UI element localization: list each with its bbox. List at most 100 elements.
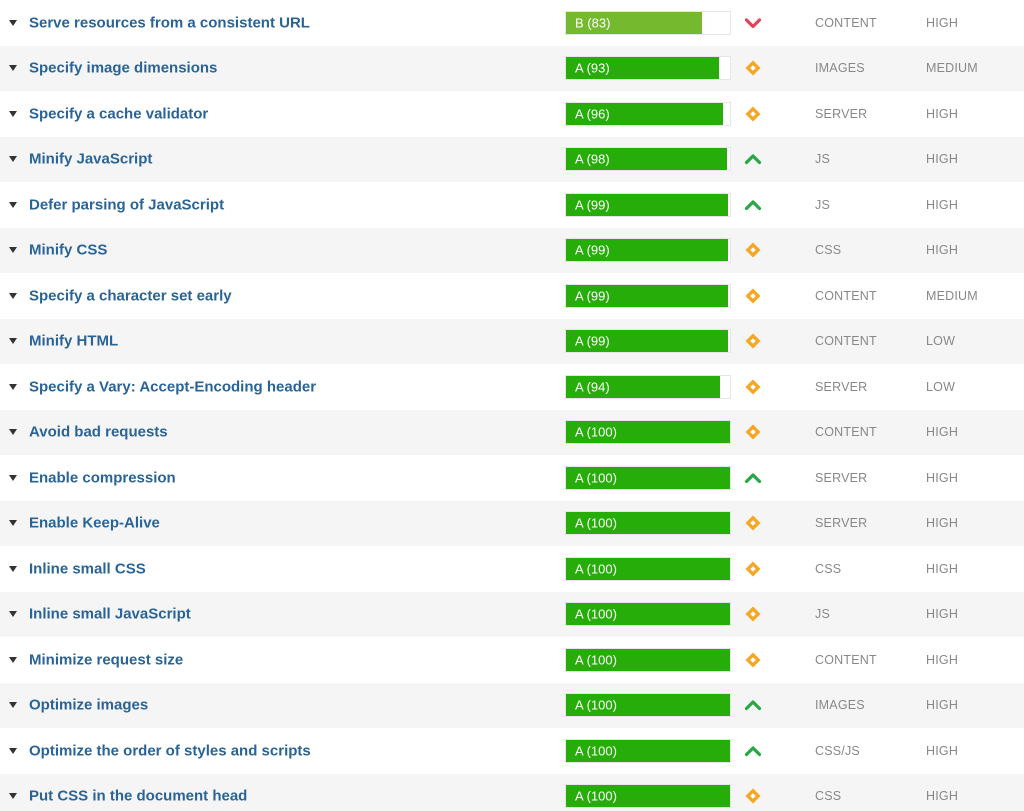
rule-name-link[interactable]: Specify a cache validator xyxy=(29,105,208,122)
rule-name-link[interactable]: Minimize request size xyxy=(29,651,183,668)
rule-type: SERVER xyxy=(815,106,868,121)
grade-label: A (99) xyxy=(575,288,610,304)
rule-priority: HIGH xyxy=(926,607,959,622)
caret-down-icon[interactable] xyxy=(9,429,17,436)
rule-name-link[interactable]: Put CSS in the document head xyxy=(29,788,247,805)
table-row[interactable]: Specify image dimensions A (93) IMAGES MEDI… xyxy=(0,45,1024,91)
grade-label: A (99) xyxy=(575,242,610,258)
caret-down-icon[interactable] xyxy=(9,247,17,254)
rule-priority: LOW xyxy=(926,379,956,394)
rule-name-link[interactable]: Minify JavaScript xyxy=(29,151,152,168)
chevron-up-icon xyxy=(744,742,762,760)
grade-bar: A (100) xyxy=(565,784,731,809)
rule-type: CSS xyxy=(815,243,842,258)
grade-label: A (99) xyxy=(575,197,610,213)
grade-bar: A (99) xyxy=(565,283,731,308)
chevron-up-icon xyxy=(744,196,762,214)
table-row[interactable]: Specify a character set early A (99) CONTE… xyxy=(0,273,1024,319)
caret-down-icon[interactable] xyxy=(9,65,17,72)
grade-bar: A (94) xyxy=(565,374,731,399)
rule-name-link[interactable]: Serve resources from a consistent URL xyxy=(29,14,310,31)
table-row[interactable]: Inline small CSS A (100) CSS HIGH xyxy=(0,546,1024,592)
caret-down-icon[interactable] xyxy=(9,611,17,618)
caret-down-icon[interactable] xyxy=(9,747,17,754)
caret-down-icon[interactable] xyxy=(9,201,17,208)
rule-name-link[interactable]: Specify a Vary: Accept-Encoding header xyxy=(29,378,316,395)
rule-type: CSS xyxy=(815,561,842,576)
table-row[interactable]: Defer parsing of JavaScript A (99) JS HIGH xyxy=(0,182,1024,228)
grade-label: A (100) xyxy=(575,743,617,759)
rule-name-link[interactable]: Optimize the order of styles and scripts xyxy=(29,742,311,759)
rule-type: CONTENT xyxy=(815,15,877,30)
rule-type: JS xyxy=(815,197,830,212)
caret-down-icon[interactable] xyxy=(9,702,17,709)
table-row[interactable]: Put CSS in the document head A (100) CSS HI… xyxy=(0,773,1024,811)
table-row[interactable]: Enable Keep-Alive A (100) SERVER HIGH xyxy=(0,500,1024,546)
rule-type: SERVER xyxy=(815,516,868,531)
table-row[interactable]: Specify a Vary: Accept-Encoding header A … xyxy=(0,364,1024,410)
diamond-icon xyxy=(744,605,762,623)
rule-name-link[interactable]: Minify CSS xyxy=(29,242,107,259)
rule-name-link[interactable]: Specify a character set early xyxy=(29,287,232,304)
caret-down-icon[interactable] xyxy=(9,656,17,663)
page-rules-table: Serve resources from a consistent URL B (… xyxy=(0,0,1024,811)
table-row[interactable]: Optimize images A (100) IMAGES HIGH xyxy=(0,682,1024,728)
diamond-icon xyxy=(744,423,762,441)
caret-down-icon[interactable] xyxy=(9,110,17,117)
table-row[interactable]: Minify HTML A (99) CONTENT LOW xyxy=(0,318,1024,364)
rule-priority: HIGH xyxy=(926,106,959,121)
rule-name-link[interactable]: Inline small JavaScript xyxy=(29,606,191,623)
diamond-icon xyxy=(744,287,762,305)
grade-bar: A (100) xyxy=(565,465,731,490)
table-row[interactable]: Minify CSS A (99) CSS HIGH xyxy=(0,227,1024,273)
diamond-icon xyxy=(744,105,762,123)
caret-down-icon[interactable] xyxy=(9,19,17,26)
caret-down-icon[interactable] xyxy=(9,565,17,572)
table-row[interactable]: Inline small JavaScript A (100) JS HIGH xyxy=(0,591,1024,637)
caret-down-icon[interactable] xyxy=(9,338,17,345)
caret-down-icon[interactable] xyxy=(9,474,17,481)
grade-bar: A (100) xyxy=(565,602,731,627)
rule-name-link[interactable]: Inline small CSS xyxy=(29,560,146,577)
diamond-icon xyxy=(744,241,762,259)
rule-name-link[interactable]: Enable Keep-Alive xyxy=(29,515,160,532)
rule-priority: MEDIUM xyxy=(926,288,978,303)
table-row[interactable]: Avoid bad requests A (100) CONTENT HIGH xyxy=(0,409,1024,455)
rule-name-link[interactable]: Avoid bad requests xyxy=(29,424,168,441)
rule-priority: HIGH xyxy=(926,561,959,576)
chevron-down-icon xyxy=(744,14,762,32)
caret-down-icon[interactable] xyxy=(9,793,17,800)
diamond-icon xyxy=(744,514,762,532)
rule-priority: HIGH xyxy=(926,698,959,713)
table-row[interactable]: Minify JavaScript A (98) JS HIGH xyxy=(0,136,1024,182)
table-row[interactable]: Optimize the order of styles and scripts… xyxy=(0,728,1024,774)
grade-label: A (96) xyxy=(575,106,610,122)
rule-priority: HIGH xyxy=(926,152,959,167)
grade-label: A (100) xyxy=(575,697,617,713)
table-row[interactable]: Specify a cache validator A (96) SERVER HIG… xyxy=(0,91,1024,137)
table-row[interactable]: Enable compression A (100) SERVER HIGH xyxy=(0,455,1024,501)
grade-label: A (100) xyxy=(575,606,617,622)
rule-priority: HIGH xyxy=(926,15,959,30)
grade-bar: A (100) xyxy=(565,738,731,763)
caret-down-icon[interactable] xyxy=(9,156,17,163)
table-row[interactable]: Serve resources from a consistent URL B (… xyxy=(0,0,1024,46)
rule-name-link[interactable]: Optimize images xyxy=(29,697,148,714)
grade-bar: A (93) xyxy=(565,56,731,81)
rule-name-link[interactable]: Defer parsing of JavaScript xyxy=(29,196,224,213)
grade-label: A (100) xyxy=(575,515,617,531)
diamond-icon xyxy=(744,651,762,669)
grade-bar: A (100) xyxy=(565,693,731,718)
rule-name-link[interactable]: Enable compression xyxy=(29,469,176,486)
rule-priority: HIGH xyxy=(926,243,959,258)
grade-bar: A (100) xyxy=(565,647,731,672)
rule-name-link[interactable]: Specify image dimensions xyxy=(29,60,217,77)
rule-priority: HIGH xyxy=(926,652,959,667)
rule-priority: MEDIUM xyxy=(926,61,978,76)
caret-down-icon[interactable] xyxy=(9,383,17,390)
caret-down-icon[interactable] xyxy=(9,292,17,299)
caret-down-icon[interactable] xyxy=(9,520,17,527)
rule-name-link[interactable]: Minify HTML xyxy=(29,333,118,350)
table-row[interactable]: Minimize request size A (100) CONTENT HIGH xyxy=(0,637,1024,683)
grade-bar: A (99) xyxy=(565,238,731,263)
